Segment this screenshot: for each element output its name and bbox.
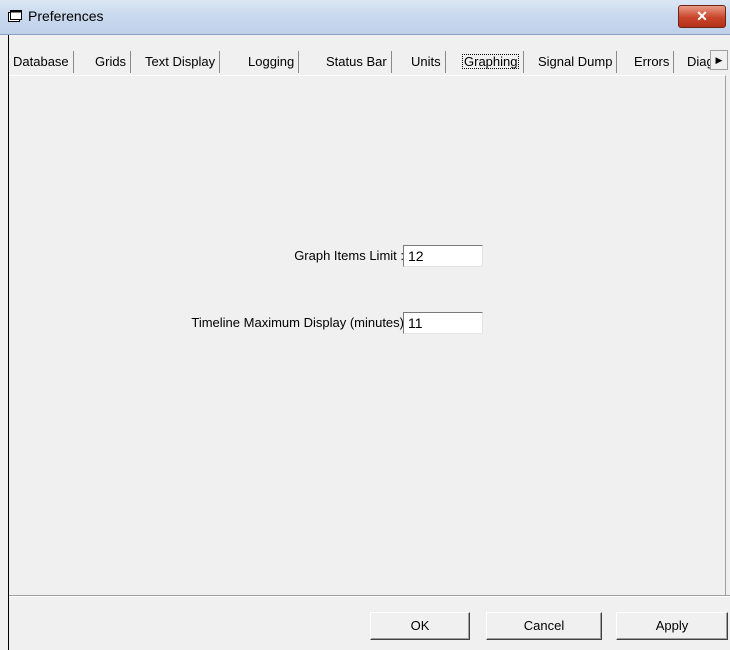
cancel-button[interactable]: Cancel <box>486 612 602 640</box>
preferences-window: Preferences ✕ Database Grids Text Displa… <box>0 0 730 650</box>
tab-label: Logging <box>248 54 295 69</box>
tab-units[interactable]: Units <box>407 51 446 73</box>
tab-label: Signal Dump <box>538 54 613 69</box>
timeline-max-display-label: Timeline Maximum Display (minutes) <box>191 315 404 330</box>
tab-label: Text Display <box>145 54 216 69</box>
tab-database[interactable]: Database <box>9 51 74 73</box>
tab-label: Units <box>411 54 441 69</box>
window-icon <box>8 10 22 22</box>
tab-logging[interactable]: Logging <box>244 51 300 73</box>
tab-label: Database <box>13 54 69 69</box>
tab-errors[interactable]: Errors <box>630 51 675 73</box>
tab-signal-dump[interactable]: Signal Dump <box>534 51 618 73</box>
tab-graphing[interactable]: Graphing <box>458 51 525 73</box>
tab-label: Graphing <box>462 54 520 69</box>
close-icon: ✕ <box>696 8 708 24</box>
tab-scroll-right-button[interactable]: ▶ <box>710 50 728 70</box>
tab-label: Grids <box>95 54 127 69</box>
graph-items-limit-label: Graph Items Limit : <box>294 248 404 263</box>
graph-items-limit-input[interactable] <box>403 245 483 267</box>
tab-text-display[interactable]: Text Display <box>141 51 221 73</box>
tab-label: Status Bar <box>326 54 387 69</box>
graphing-panel: Graph Items Limit : Timeline Maximum Dis… <box>9 75 726 596</box>
tab-grids[interactable]: Grids <box>91 51 132 73</box>
tab-status-bar[interactable]: Status Bar <box>322 51 392 73</box>
ok-button[interactable]: OK <box>370 612 470 640</box>
apply-button[interactable]: Apply <box>616 612 728 640</box>
close-button[interactable]: ✕ <box>678 5 726 28</box>
timeline-max-display-input[interactable] <box>403 312 483 334</box>
window-title: Preferences <box>28 8 104 24</box>
title-bar[interactable]: Preferences ✕ <box>0 0 730 35</box>
scroll-right-icon: ▶ <box>715 55 723 65</box>
tab-label: Errors <box>634 54 670 69</box>
divider <box>9 595 730 597</box>
